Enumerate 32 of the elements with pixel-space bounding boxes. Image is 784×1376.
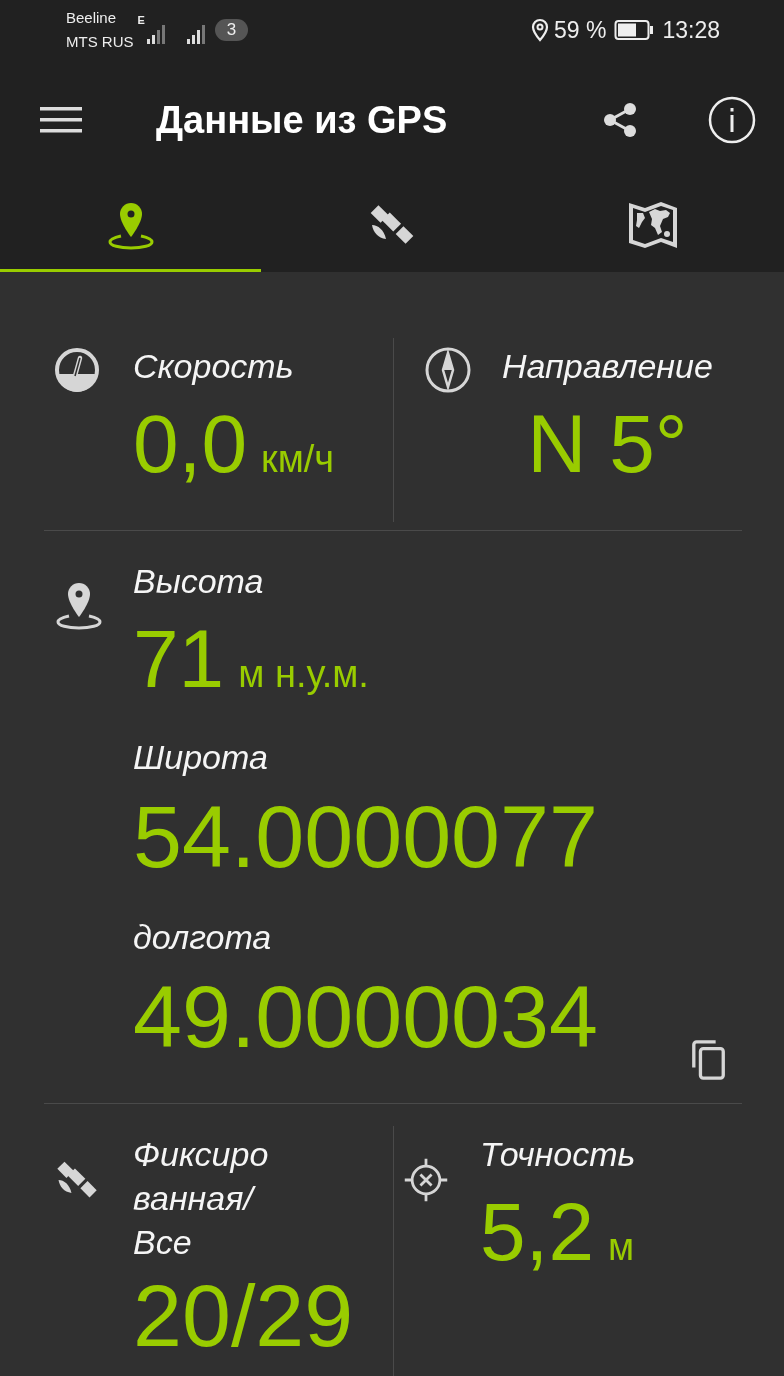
direction-value: N 5°	[527, 397, 688, 491]
satellites-value: 20/29	[133, 1265, 354, 1367]
compass-icon	[424, 346, 472, 394]
altitude-unit: м н.у.м.	[238, 653, 369, 696]
latitude-value: 54.0000077	[133, 786, 598, 888]
longitude-label: долгота	[133, 917, 272, 958]
battery-icon	[614, 19, 655, 41]
info-button[interactable]	[708, 96, 756, 144]
copy-button[interactable]	[690, 1039, 728, 1081]
menu-button[interactable]	[40, 106, 82, 134]
direction-label: Направление	[502, 346, 713, 387]
speed-label: Скорость	[133, 346, 294, 387]
battery-percent: 59 %	[554, 16, 607, 44]
sim-badge: 3	[214, 19, 249, 41]
network-type: E	[137, 14, 145, 26]
accuracy-unit: м	[608, 1226, 635, 1269]
speed-unit: км/ч	[261, 438, 335, 481]
speedometer-icon	[53, 346, 101, 394]
accuracy-value: 5,2	[480, 1185, 594, 1279]
app-title: Данные из GPS	[156, 98, 448, 142]
satellites-label: Фиксиро ванная/ Все	[133, 1134, 270, 1263]
location-icon	[530, 18, 550, 42]
carrier-name: MTS RUS	[66, 32, 134, 52]
clock: 13:28	[662, 16, 720, 44]
crosshair-icon	[402, 1156, 450, 1204]
altitude-label: Высота	[133, 561, 264, 602]
altitude-value: 71	[133, 612, 225, 706]
carrier-name: Beeline	[66, 8, 118, 28]
speed-value: 0,0	[133, 397, 247, 491]
accuracy-label: Точность	[480, 1134, 636, 1175]
longitude-value: 49.0000034	[133, 966, 598, 1068]
latitude-label: Широта	[133, 737, 268, 778]
